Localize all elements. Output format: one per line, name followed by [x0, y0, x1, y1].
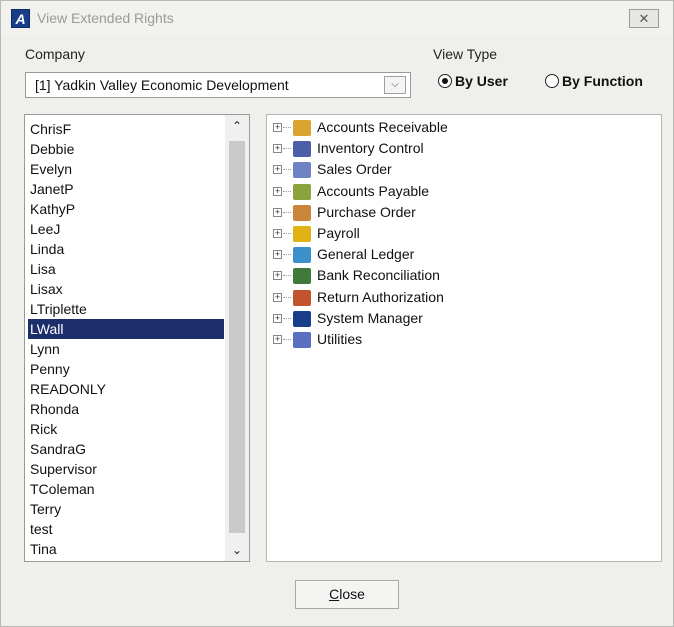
return-authorization-icon — [293, 289, 311, 306]
list-item[interactable]: LWall — [28, 319, 224, 339]
tree-node-label: Sales Order — [317, 161, 392, 178]
list-item[interactable]: Lynn — [28, 339, 224, 359]
close-button[interactable]: Close — [295, 580, 399, 609]
list-item[interactable]: Penny — [28, 359, 224, 379]
tree-connector — [283, 339, 291, 340]
list-item[interactable]: Terry — [28, 499, 224, 519]
close-button-mnemonic: C — [329, 586, 340, 602]
list-item[interactable]: JanetP — [28, 179, 224, 199]
tree-node-label: Purchase Order — [317, 203, 416, 220]
list-item[interactable]: ChrisF — [28, 119, 224, 139]
list-item[interactable]: Evelyn — [28, 159, 224, 179]
company-dropdown[interactable]: [1] Yadkin Valley Economic Development ⌵ — [25, 72, 411, 98]
tree-node-label: Return Authorization — [317, 288, 444, 305]
list-item[interactable]: READONLY — [28, 379, 224, 399]
chevron-down-icon[interactable]: ⌄ — [225, 539, 249, 561]
expand-icon[interactable]: + — [273, 186, 282, 196]
close-icon: ✕ — [638, 11, 650, 26]
tree-node-label: System Manager — [317, 309, 423, 326]
expand-icon[interactable]: + — [273, 313, 282, 323]
tree-node-label: Bank Reconciliation — [317, 267, 440, 284]
list-item[interactable]: Linda — [28, 239, 224, 259]
scroll-thumb[interactable] — [229, 141, 245, 533]
bank-reconciliation-icon — [293, 268, 311, 285]
expand-icon[interactable]: + — [273, 144, 282, 154]
expand-icon[interactable]: + — [273, 229, 282, 238]
list-item[interactable]: Supervisor — [28, 459, 224, 479]
window-title: View Extended Rights — [37, 10, 174, 26]
list-item[interactable]: Tina — [28, 539, 224, 559]
radio-selected-icon — [438, 74, 452, 88]
tree-connector — [283, 296, 291, 298]
list-item[interactable]: TColeman — [28, 479, 224, 499]
close-button-label: lose — [339, 586, 365, 602]
tree-connector — [283, 211, 291, 213]
payroll-icon — [293, 226, 311, 242]
tree-connector — [283, 148, 291, 150]
expand-icon[interactable]: + — [273, 250, 282, 260]
list-item[interactable]: test — [28, 519, 224, 539]
user-list[interactable]: ChrisF Debbie Evelyn JanetP KathyP LeeJ Linda L… — [24, 114, 250, 562]
expand-icon[interactable]: + — [273, 165, 282, 175]
tree-node-label: General Ledger — [317, 246, 415, 263]
tree-node-label: Utilities — [317, 331, 363, 347]
expand-icon[interactable]: + — [273, 271, 282, 281]
expand-icon[interactable]: + — [273, 292, 282, 302]
system-manager-icon — [293, 310, 311, 327]
tree-node-label: Payroll — [317, 225, 360, 241]
chevron-up-icon[interactable]: ⌃ — [225, 115, 249, 137]
tree-connector — [283, 254, 291, 256]
inventory-control-icon — [293, 141, 311, 158]
user-list-scrollbar[interactable]: ⌃ ⌄ — [225, 115, 249, 561]
purchase-order-icon — [293, 204, 311, 221]
list-item[interactable]: Lisax — [28, 279, 224, 299]
rights-tree[interactable]: + Accounts Receivable + Inventory Control + S… — [266, 114, 662, 562]
list-item[interactable]: Rick — [28, 419, 224, 439]
tree-node-label: Accounts Payable — [317, 182, 430, 199]
tree-connector — [283, 275, 291, 277]
tree-node-label: Accounts Receivable — [317, 119, 448, 135]
list-item[interactable]: Rhonda — [28, 399, 224, 419]
accounts-receivable-icon — [293, 120, 311, 136]
radio-by-function-label: By Function — [562, 73, 643, 89]
list-item[interactable]: Lisa — [28, 259, 224, 279]
expand-icon[interactable]: + — [273, 123, 282, 132]
radio-by-user-label: By User — [455, 73, 508, 89]
tree-connector — [283, 233, 291, 234]
tree-connector — [283, 317, 291, 319]
view-type-label: View Type — [433, 46, 498, 62]
title-bar: A View Extended Rights ✕ — [1, 1, 673, 35]
list-item[interactable]: LeeJ — [28, 219, 224, 239]
sales-order-icon — [293, 162, 311, 179]
tree-connector — [283, 190, 291, 192]
list-item[interactable]: KathyP — [28, 199, 224, 219]
extended-rights-window: A View Extended Rights ✕ Company [1] Yad… — [0, 0, 674, 627]
expand-icon[interactable]: + — [273, 335, 282, 344]
list-item[interactable]: SandraG — [28, 439, 224, 459]
radio-unselected-icon — [545, 74, 559, 88]
expand-icon[interactable]: + — [273, 207, 282, 217]
list-item[interactable]: Debbie — [28, 139, 224, 159]
app-logo-icon: A — [11, 9, 30, 28]
utilities-icon — [293, 332, 311, 348]
window-close-button[interactable]: ✕ — [629, 9, 659, 28]
radio-by-user[interactable]: By User — [438, 73, 508, 89]
chevron-down-icon[interactable]: ⌵ — [384, 76, 406, 94]
company-label: Company — [25, 46, 85, 62]
tree-node-label: Inventory Control — [317, 140, 424, 157]
list-item[interactable]: LTriplette — [28, 299, 224, 319]
tree-connector — [283, 169, 291, 171]
general-ledger-icon — [293, 247, 311, 264]
tree-connector — [283, 127, 291, 128]
radio-by-function[interactable]: By Function — [545, 73, 643, 89]
accounts-payable-icon — [293, 183, 311, 200]
company-value: [1] Yadkin Valley Economic Development — [35, 77, 289, 93]
